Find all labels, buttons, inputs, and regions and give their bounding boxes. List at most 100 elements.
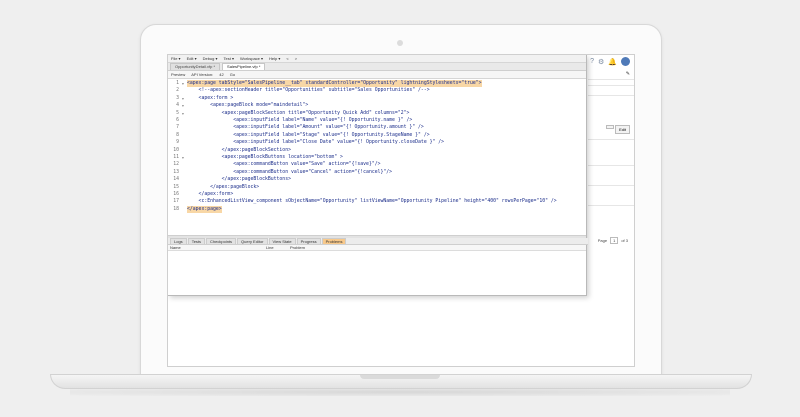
- line-number: 13: [173, 169, 179, 175]
- fold-arrow-icon[interactable]: [179, 161, 187, 168]
- code-line[interactable]: 12 <apex:commandButton value="Save" acti…: [168, 161, 381, 168]
- menu-edit[interactable]: Edit ▾: [187, 56, 197, 61]
- code-line[interactable]: 18 </apex:page>: [168, 205, 222, 214]
- preview-button[interactable]: Preview: [171, 72, 185, 77]
- code-line[interactable]: 17 <c:EnhancedListView_component sObject…: [168, 198, 557, 205]
- pager-page-input[interactable]: 1: [610, 237, 619, 244]
- code-line[interactable]: 7 <apex:inputField label="Amount" value=…: [168, 124, 424, 131]
- fold-arrow-icon[interactable]: [179, 132, 187, 139]
- fold-arrow-icon[interactable]: [179, 176, 187, 183]
- panel-tab-progress[interactable]: Progress: [296, 238, 321, 244]
- code-text: <!--apex:sectionHeader title="Opportunit…: [187, 88, 430, 94]
- code-line[interactable]: 11 ▾ <apex:pageBlockButtons location="bot…: [168, 154, 343, 161]
- fold-arrow-icon[interactable]: ▾: [179, 80, 187, 87]
- line-number: 3: [176, 95, 179, 101]
- back-icon[interactable]: <: [286, 56, 288, 61]
- code-line[interactable]: 16 </apex:form>: [168, 191, 233, 198]
- divider: [588, 85, 634, 86]
- menu-file[interactable]: File ▾: [171, 56, 181, 61]
- fold-arrow-icon[interactable]: [179, 198, 187, 205]
- code-text: <apex:inputField label="Stage" value="{!…: [187, 132, 430, 138]
- fold-arrow-icon[interactable]: [179, 124, 187, 131]
- api-version-label: API Version:: [191, 72, 214, 77]
- code-line[interactable]: 9 <apex:inputField label="Close Date" va…: [168, 139, 444, 146]
- code-text: <apex:pageBlockButtons location="bottom"…: [187, 155, 343, 160]
- menu-test[interactable]: Test ▾: [224, 56, 234, 61]
- code-text: </apex:form>: [187, 192, 234, 197]
- forward-icon[interactable]: >: [295, 56, 297, 61]
- fold-arrow-icon[interactable]: ▾: [179, 154, 187, 161]
- code-line[interactable]: 2 <!--apex:sectionHeader title="Opportun…: [168, 87, 430, 94]
- fold-arrow-icon[interactable]: [179, 191, 187, 198]
- line-number: 1: [176, 81, 179, 86]
- menu-workspace[interactable]: Workspace ▾: [240, 56, 263, 61]
- code-text: <apex:commandButton value="Save" action=…: [187, 162, 381, 168]
- fold-arrow-icon[interactable]: ▾: [179, 95, 187, 102]
- menu-help[interactable]: Help ▾: [269, 56, 280, 61]
- fold-arrow-icon[interactable]: [179, 206, 187, 213]
- header-icons: ? ⚙ 🔔: [590, 57, 630, 66]
- line-number: 18: [173, 206, 179, 212]
- code-line[interactable]: 13 <apex:commandButton value="Cancel" ac…: [168, 169, 392, 176]
- line-number: 15: [173, 184, 179, 190]
- fold-arrow-icon[interactable]: [179, 184, 187, 191]
- panel-tab-problems[interactable]: Problems: [321, 238, 347, 244]
- code-text: <apex:form >: [187, 95, 234, 101]
- code-text: <c:EnhancedListView_component sObjectNam…: [187, 199, 557, 205]
- api-version-select[interactable]: 42: [219, 72, 223, 77]
- code-text: <apex:page tabStyle="SalesPipeline__tab"…: [187, 80, 482, 88]
- help-icon[interactable]: ?: [590, 58, 594, 65]
- go-button[interactable]: Go: [230, 72, 235, 77]
- fold-arrow-icon[interactable]: ▾: [179, 110, 187, 117]
- bg-button[interactable]: [606, 125, 614, 129]
- panel-tab-logs[interactable]: Logs: [170, 238, 187, 244]
- pager-of: of 3: [621, 238, 628, 243]
- panel-tab-view-state[interactable]: View State: [268, 238, 296, 244]
- line-number: 2: [176, 88, 179, 94]
- code-line[interactable]: 10 </apex:pageBlockSection>: [168, 147, 291, 154]
- code-line[interactable]: 4 ▾ <apex:pageBlock mode="maindetail">: [168, 102, 308, 109]
- line-number: 6: [176, 118, 179, 123]
- file-tab-sales-pipeline[interactable]: SalesPipeline.vfp *: [222, 63, 266, 70]
- avatar[interactable]: [621, 57, 630, 66]
- fold-arrow-icon[interactable]: [179, 139, 187, 146]
- fold-arrow-icon[interactable]: [179, 169, 187, 176]
- code-text: <apex:pageBlock mode="maindetail">: [187, 103, 309, 109]
- fold-arrow-icon[interactable]: [179, 87, 187, 94]
- gear-icon[interactable]: ⚙: [598, 58, 604, 66]
- panel-tab-query-editor[interactable]: Query Editor: [237, 238, 268, 244]
- edit-button[interactable]: Edit: [615, 125, 630, 134]
- code-text: <apex:inputField label="Name" value="{! …: [187, 118, 413, 123]
- code-text: <apex:inputField label="Amount" value="{…: [187, 125, 424, 131]
- code-text: <apex:pageBlockSection title="Opportunit…: [187, 110, 410, 116]
- file-tab-opportunity-detail[interactable]: OpportunityDetail.vfp *: [170, 63, 221, 70]
- menu-bar: File ▾ Edit ▾ Debug ▾ Test ▾ Workspace ▾…: [168, 55, 586, 63]
- fold-arrow-icon[interactable]: [179, 117, 187, 124]
- divider: [588, 79, 634, 80]
- code-line[interactable]: 14 </apex:pageBlockButtons>: [168, 176, 291, 183]
- menu-debug[interactable]: Debug ▾: [203, 56, 218, 61]
- fold-arrow-icon[interactable]: [179, 147, 187, 154]
- panel-tab-tests[interactable]: Tests: [187, 238, 206, 244]
- code-line[interactable]: 6 <apex:inputField label="Name" value="{…: [168, 117, 412, 124]
- code-line[interactable]: 1 ▾ <apex:page tabStyle="SalesPipeline__ta…: [168, 80, 482, 88]
- code-line[interactable]: 15 </apex:pageBlock>: [168, 184, 259, 191]
- line-number: 16: [173, 192, 179, 197]
- laptop-shadow: [70, 388, 730, 396]
- bell-icon[interactable]: 🔔: [608, 58, 617, 66]
- line-number: 11: [173, 155, 179, 160]
- laptop-screen: ? ⚙ 🔔 ✎ Edit Page 1 of 3 File ▾ Edit ▾ D…: [167, 54, 635, 367]
- line-number: 5: [176, 110, 179, 116]
- divider: [588, 205, 634, 206]
- code-line[interactable]: 8 <apex:inputField label="Stage" value="…: [168, 132, 430, 139]
- fold-arrow-icon[interactable]: ▾: [179, 102, 187, 109]
- pencil-icon[interactable]: ✎: [626, 71, 630, 77]
- code-line[interactable]: 5 ▾ <apex:pageBlockSection title="Opportu…: [168, 110, 409, 117]
- code-editor[interactable]: 1 ▾ <apex:page tabStyle="SalesPipeline__ta…: [168, 78, 586, 233]
- line-number: 7: [176, 125, 179, 131]
- developer-console-window: File ▾ Edit ▾ Debug ▾ Test ▾ Workspace ▾…: [168, 55, 588, 296]
- code-text: </apex:pageBlockButtons>: [187, 177, 291, 183]
- code-line[interactable]: 3 ▾ <apex:form >: [168, 95, 233, 102]
- panel-tab-checkpoints[interactable]: Checkpoints: [206, 238, 237, 244]
- divider: [588, 185, 634, 186]
